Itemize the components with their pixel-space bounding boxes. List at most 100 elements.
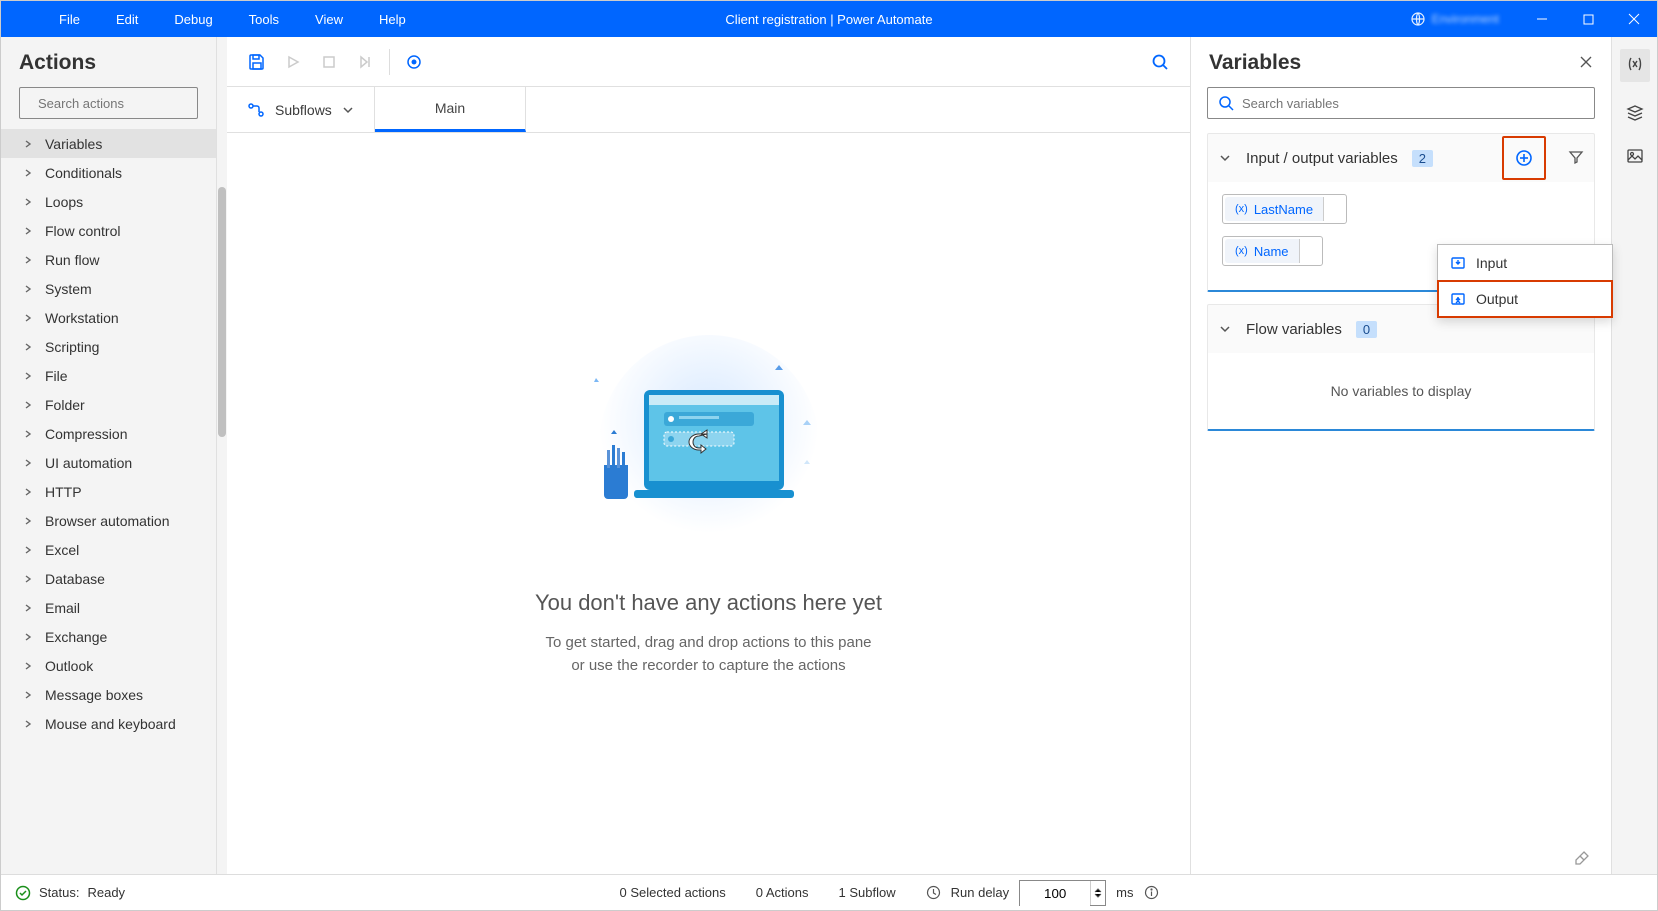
variable-chip-lastname[interactable]: (x)LastName (1222, 194, 1347, 224)
actions-panel: Actions VariablesConditionalsLoopsFlow c… (1, 37, 217, 874)
action-category-http[interactable]: HTTP (1, 477, 216, 506)
menu-help[interactable]: Help (361, 1, 424, 37)
tab-main[interactable]: Main (375, 87, 526, 132)
action-category-system[interactable]: System (1, 274, 216, 303)
play-icon (286, 55, 300, 69)
action-category-browser-automation[interactable]: Browser automation (1, 506, 216, 535)
maximize-button[interactable] (1565, 1, 1611, 37)
chevron-right-icon (23, 223, 33, 239)
variables-search-input[interactable] (1242, 96, 1584, 111)
variables-close-button[interactable] (1579, 55, 1593, 72)
menu-view[interactable]: View (297, 1, 361, 37)
chevron-down-icon[interactable] (1094, 893, 1102, 899)
designer-search-button[interactable] (1142, 44, 1178, 80)
environment-indicator[interactable]: Environment (1410, 11, 1499, 27)
empty-illustration (549, 330, 869, 570)
action-category-run-flow[interactable]: Run flow (1, 245, 216, 274)
flow-variables-title: Flow variables (1246, 321, 1342, 338)
chevron-right-icon (23, 484, 33, 500)
info-icon[interactable] (1144, 885, 1159, 900)
action-category-conditionals[interactable]: Conditionals (1, 158, 216, 187)
designer-toolbar (227, 37, 1190, 87)
io-variables-title: Input / output variables (1246, 150, 1398, 167)
chevron-right-icon (23, 513, 33, 529)
action-category-database[interactable]: Database (1, 564, 216, 593)
action-category-folder[interactable]: Folder (1, 390, 216, 419)
chevron-right-icon (23, 136, 33, 152)
action-category-email[interactable]: Email (1, 593, 216, 622)
io-variables-header[interactable]: Input / output variables 2 (1208, 134, 1594, 182)
subflows-dropdown[interactable]: Subflows (227, 87, 375, 132)
actions-search[interactable] (19, 87, 198, 119)
filter-icon (1568, 149, 1584, 165)
menu-tools[interactable]: Tools (231, 1, 297, 37)
chevron-right-icon (23, 281, 33, 297)
run-delay-unit: ms (1116, 885, 1133, 900)
popup-item-output[interactable]: Output (1438, 281, 1612, 317)
step-button[interactable] (347, 44, 383, 80)
action-category-message-boxes[interactable]: Message boxes (1, 680, 216, 709)
action-category-outlook[interactable]: Outlook (1, 651, 216, 680)
variable-chip-name[interactable]: (x)Name (1222, 236, 1323, 266)
plus-circle-icon (1515, 149, 1533, 167)
layers-icon (1626, 104, 1644, 122)
chevron-right-icon (23, 165, 33, 181)
chevron-right-icon (23, 252, 33, 268)
actions-header: Actions (1, 37, 216, 87)
rail-variables-button[interactable] (1620, 49, 1650, 82)
canvas-empty-title: You don't have any actions here yet (535, 590, 882, 616)
designer-canvas[interactable]: You don't have any actions here yet To g… (227, 133, 1190, 874)
filter-button[interactable] (1568, 149, 1584, 168)
menu-file[interactable]: File (41, 1, 98, 37)
save-button[interactable] (239, 44, 275, 80)
action-category-flow-control[interactable]: Flow control (1, 216, 216, 245)
stop-icon (322, 55, 336, 69)
chevron-right-icon (23, 455, 33, 471)
record-button[interactable] (396, 44, 432, 80)
actions-category-list[interactable]: VariablesConditionalsLoopsFlow controlRu… (1, 129, 216, 874)
chevron-right-icon (23, 542, 33, 558)
variables-panel: Variables Input / output variables 2 (1191, 37, 1611, 874)
popup-item-input[interactable]: Input (1438, 245, 1612, 281)
variables-search[interactable] (1207, 87, 1595, 119)
action-category-workstation[interactable]: Workstation (1, 303, 216, 332)
actions-search-input[interactable] (38, 96, 214, 111)
record-icon (406, 54, 422, 70)
action-category-scripting[interactable]: Scripting (1, 332, 216, 361)
minimize-button[interactable] (1519, 1, 1565, 37)
chevron-right-icon (23, 716, 33, 732)
eraser-icon (1573, 849, 1591, 867)
action-category-compression[interactable]: Compression (1, 419, 216, 448)
run-delay-input[interactable] (1020, 881, 1090, 907)
io-variables-count: 2 (1412, 150, 1433, 167)
action-category-ui-automation[interactable]: UI automation (1, 448, 216, 477)
action-category-mouse-and-keyboard[interactable]: Mouse and keyboard (1, 709, 216, 738)
menu-edit[interactable]: Edit (98, 1, 156, 37)
menu-bar: File Edit Debug Tools View Help (41, 1, 424, 37)
flow-variables-count: 0 (1356, 321, 1377, 338)
chevron-right-icon (23, 368, 33, 384)
action-category-file[interactable]: File (1, 361, 216, 390)
close-button[interactable] (1611, 1, 1657, 37)
action-category-variables[interactable]: Variables (1, 129, 216, 158)
rail-images-button[interactable] (1626, 147, 1644, 168)
actions-scrollbar[interactable] (217, 37, 227, 874)
rail-layers-button[interactable] (1626, 104, 1644, 125)
stop-button[interactable] (311, 44, 347, 80)
add-variable-button[interactable] (1502, 136, 1546, 180)
run-delay-label: Run delay (951, 885, 1010, 900)
action-category-excel[interactable]: Excel (1, 535, 216, 564)
clear-button[interactable] (1573, 849, 1591, 870)
step-icon (358, 55, 372, 69)
action-category-exchange[interactable]: Exchange (1, 622, 216, 651)
action-category-loops[interactable]: Loops (1, 187, 216, 216)
menu-debug[interactable]: Debug (156, 1, 230, 37)
status-bar: Status: Ready 0 Selected actions 0 Actio… (1, 874, 1657, 910)
add-variable-popup: Input Output (1437, 244, 1613, 318)
tabs-row: Subflows Main (227, 87, 1190, 133)
output-icon (1450, 291, 1466, 307)
search-icon (1218, 95, 1234, 111)
title-bar: File Edit Debug Tools View Help Client r… (1, 1, 1657, 37)
chevron-right-icon (23, 397, 33, 413)
run-button[interactable] (275, 44, 311, 80)
